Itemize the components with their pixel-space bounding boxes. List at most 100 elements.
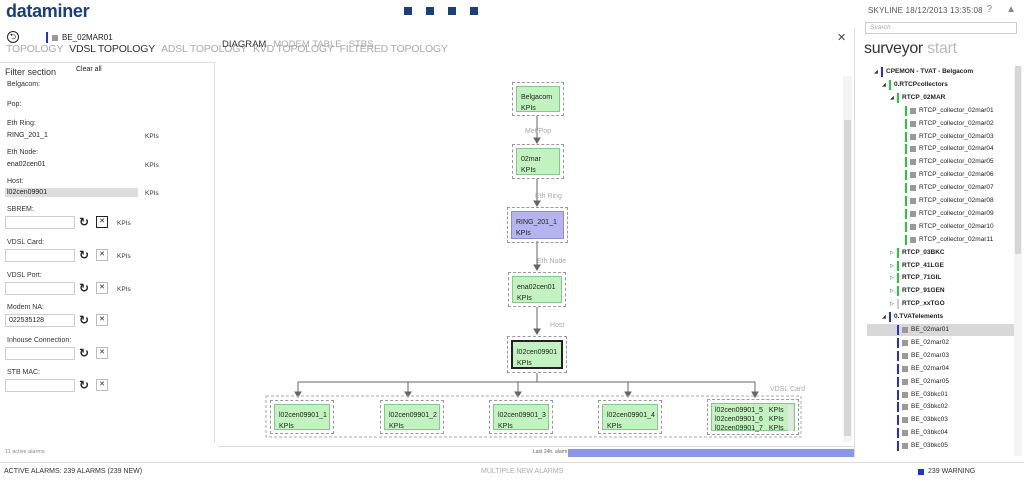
refresh-icon[interactable]: ↻ [79, 249, 92, 262]
kpis-link[interactable]: KPIs [145, 190, 159, 197]
settings-icon[interactable]: ▲ [1006, 4, 1016, 15]
tree-item[interactable]: RTCP_collector_02mar09 [898, 208, 1013, 220]
tree-item[interactable]: BE_03bkc02 [890, 401, 1013, 413]
clear-all-button[interactable]: Clear all [76, 66, 102, 73]
tab-start[interactable]: start [927, 40, 957, 57]
node-ring[interactable]: RING_201_1 KPIs [507, 207, 568, 243]
tab-stbs[interactable]: STBS [349, 39, 374, 50]
tab-topology[interactable]: TOPOLOGY [6, 43, 63, 55]
refresh-icon[interactable]: ↻ [79, 379, 92, 392]
tree-item[interactable]: RTCP_collector_02mar11 [898, 234, 1013, 246]
node-kpis[interactable]: KPIs [516, 228, 559, 239]
refresh-icon[interactable]: ↻ [79, 314, 92, 327]
tree-item[interactable]: ▷ RTCP_41LGE [890, 260, 1013, 272]
active-alarms-status[interactable]: ACTIVE ALARMS: 239 ALARMS (239 NEW) [4, 468, 142, 475]
scroll-thumb[interactable] [844, 120, 851, 436]
refresh-icon[interactable]: ↻ [79, 282, 92, 295]
new-alarms-status[interactable]: MULTIPLE NEW ALARMS [481, 468, 563, 475]
node-card-1[interactable]: l02cen09901_1 KPIs [270, 400, 334, 434]
tree-item[interactable]: ◢ 0.TVATelements [882, 311, 1013, 323]
expand-icon[interactable]: ▷ [890, 298, 897, 310]
clear-icon[interactable]: ✕ [96, 379, 108, 391]
tree-item[interactable]: BE_03bkc03 [890, 414, 1013, 426]
tree-item[interactable]: RTCP_collector_02mar01 [898, 105, 1013, 117]
tree-item[interactable]: BE_02mar05 [890, 376, 1013, 388]
page-dot[interactable] [426, 7, 434, 15]
inhouse-input[interactable] [5, 347, 75, 360]
clear-icon[interactable]: ✕ [96, 216, 108, 228]
tree-item[interactable]: RTCP_collector_02mar07 [898, 182, 1013, 194]
kpis-link[interactable]: KPIs [117, 253, 131, 260]
kpis-link[interactable]: KPIs [145, 133, 159, 140]
tree-item[interactable]: BE_03bkc04 [890, 427, 1013, 439]
tree-item[interactable]: BE_02mar02 [890, 337, 1013, 349]
node-02mar[interactable]: 02mar KPIs [512, 144, 564, 179]
tab-diagram[interactable]: DIAGRAM [222, 39, 266, 50]
stb-mac-input[interactable] [5, 379, 75, 392]
collapse-icon[interactable]: ◢ [890, 92, 897, 104]
tree-item[interactable]: BE_02mar03 [890, 350, 1013, 362]
node-kpis[interactable]: KPIs [521, 165, 555, 176]
node-kpis[interactable]: KPIs [389, 421, 435, 432]
sbrem-input[interactable] [5, 216, 75, 229]
tree-item[interactable]: BE_02mar04 [890, 363, 1013, 375]
tree-scrollbar[interactable] [1014, 66, 1022, 456]
tree-item[interactable]: BE_03bkc01 [890, 389, 1013, 401]
close-icon[interactable]: ✕ [837, 31, 846, 44]
node-ena[interactable]: ena02cen01 KPIs [508, 272, 566, 307]
tree-item[interactable]: RTCP_collector_02mar03 [898, 131, 1013, 143]
clear-icon[interactable]: ✕ [96, 347, 108, 359]
tree-item[interactable]: ◢ 0.RTCPcollectors [882, 79, 1013, 91]
node-card-5-7[interactable]: l02cen09901_5 KPIs l02cen09901_6 KPIs l02c… [707, 399, 799, 435]
node-kpis[interactable]: KPIs [521, 103, 555, 114]
tree-item[interactable]: RTCP_collector_02mar10 [898, 221, 1013, 233]
node-card-3[interactable]: l02cen09901_3 KPIs [489, 400, 553, 434]
node-kpis[interactable]: KPIs [498, 421, 544, 432]
tree-item[interactable]: ▷ RTCP_91GEN [890, 285, 1013, 297]
node-kpis[interactable]: KPIs [769, 415, 784, 424]
search-input[interactable]: Search [865, 22, 1017, 34]
node-kpis[interactable]: KPIs [769, 406, 784, 415]
kpis-link[interactable]: KPIs [117, 286, 131, 293]
collapse-icon[interactable]: ◢ [882, 79, 889, 91]
vdsl-port-input[interactable] [5, 282, 75, 295]
window-switcher[interactable] [404, 7, 478, 15]
tree-item[interactable]: ▷ RTCP_03BKC [890, 247, 1013, 259]
node-kpis[interactable]: KPIs [517, 358, 557, 369]
tree-item[interactable]: RTCP_collector_02mar06 [898, 169, 1013, 181]
node-belgacom[interactable]: Belgacom KPIs [512, 82, 564, 116]
expand-icon[interactable]: ▷ [890, 260, 897, 272]
node-kpis[interactable]: KPIs [769, 424, 784, 433]
node-scrollbar[interactable] [788, 405, 793, 431]
tree-item[interactable]: ▷ RTCP_71GIL [890, 272, 1013, 284]
node-card-4[interactable]: l02cen09901_4 KPIs [598, 400, 662, 434]
page-dot[interactable] [404, 7, 412, 15]
tab-vdsl-topology[interactable]: VDSL TOPOLOGY [69, 43, 155, 55]
refresh-icon[interactable]: ↻ [79, 216, 92, 229]
tree-item[interactable]: RTCP_collector_02mar05 [898, 156, 1013, 168]
tree-item[interactable]: ▷ RTCP_xxTGO [890, 298, 1013, 310]
node-kpis[interactable]: KPIs [607, 421, 653, 432]
diagram-scrollbar[interactable] [843, 76, 852, 442]
tree-item[interactable]: BE_02mar01 [867, 324, 1015, 336]
tree-item[interactable]: BE_03bkc05 [890, 440, 1013, 452]
vdsl-card-input[interactable] [5, 249, 75, 262]
page-dot[interactable] [448, 7, 456, 15]
eth-ring-value[interactable]: RING_201_1 [7, 132, 48, 139]
collapse-icon[interactable]: ◢ [882, 311, 889, 323]
tab-modem-table[interactable]: MODEM TABLE [273, 39, 341, 50]
scroll-thumb[interactable] [1015, 66, 1021, 254]
tree-item[interactable]: ◢ RTCP_02MAR [890, 92, 1013, 104]
node-host[interactable]: l02cen09901 KPIs [507, 336, 567, 373]
tree-item[interactable]: RTCP_collector_02mar02 [898, 118, 1013, 130]
collapse-icon[interactable]: ◢ [874, 66, 881, 78]
tree-item[interactable]: RTCP_collector_02mar08 [898, 195, 1013, 207]
kpis-link[interactable]: KPIs [117, 220, 131, 227]
clear-icon[interactable]: ✕ [96, 282, 108, 294]
expand-icon[interactable]: ▷ [890, 272, 897, 284]
page-dot[interactable] [470, 7, 478, 15]
refresh-icon[interactable]: ↻ [79, 347, 92, 360]
back-button[interactable]: ⮌ [7, 31, 19, 43]
host-value[interactable]: l02cen09901 [7, 189, 47, 196]
expand-icon[interactable]: ▷ [890, 247, 897, 259]
